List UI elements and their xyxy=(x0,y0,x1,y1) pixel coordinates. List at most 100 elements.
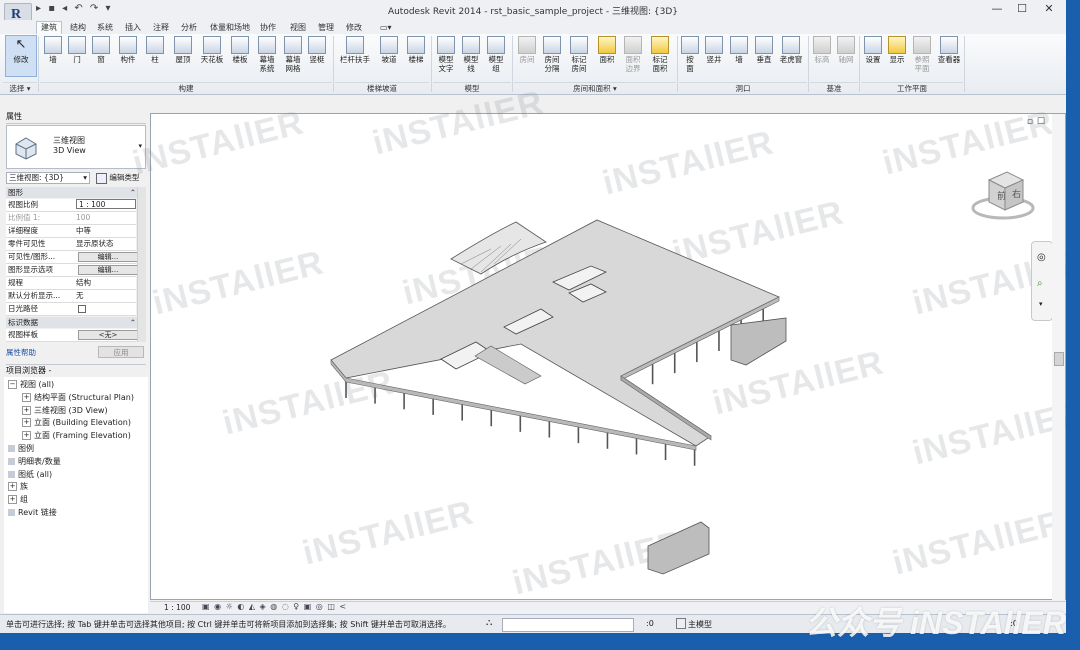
filter-count[interactable]: :0 xyxy=(1010,619,1018,628)
main-model-label[interactable]: 主模型 xyxy=(688,619,712,630)
select-menu[interactable]: 选择 ▾ xyxy=(3,82,37,94)
steering-wheel-icon[interactable]: ◎ xyxy=(1037,252,1046,263)
curtain-system-button[interactable]: 幕墙 系统 xyxy=(255,36,279,73)
set-workplane-button[interactable]: 设置 xyxy=(863,36,883,64)
model-group-button[interactable]: 模型 组 xyxy=(485,36,507,73)
modify-button[interactable]: ↖ 修改 xyxy=(5,35,37,77)
browser-item[interactable]: Revit 链接 xyxy=(8,507,57,519)
expand-icon[interactable]: + xyxy=(8,482,17,492)
tab-systems[interactable]: 系统 xyxy=(97,22,113,34)
prop-row-analysis-display[interactable]: 默认分析显示... 无 xyxy=(6,290,136,303)
end-wall-south[interactable] xyxy=(647,521,710,575)
properties-help-link[interactable]: 属性帮助 xyxy=(6,347,36,358)
tag-area-button[interactable]: 标记 面积 xyxy=(648,36,672,73)
instance-filter-dropdown[interactable]: 三维视图: {3D} ▾ xyxy=(6,172,90,184)
window-button[interactable]: 窗 xyxy=(91,36,111,64)
expand-icon[interactable]: + xyxy=(22,431,31,441)
mullion-button[interactable]: 竖梃 xyxy=(306,36,328,64)
prop-row-detail-level[interactable]: 详细程度 中等 xyxy=(6,225,136,238)
stair-button[interactable]: 楼梯 xyxy=(405,36,427,64)
browser-item[interactable]: − 视图 (all) xyxy=(8,379,54,391)
navigation-bar[interactable]: ◎ ⌕ ▾ xyxy=(1031,241,1053,321)
ref-plane-button[interactable]: 参照 平面 xyxy=(911,36,933,73)
dormer-button[interactable]: 老虎窗 xyxy=(777,36,805,64)
workset-dropdown[interactable] xyxy=(502,618,634,632)
worksets-icon[interactable]: ⛬ xyxy=(486,618,492,628)
browser-item[interactable]: 图纸 (all) xyxy=(8,469,52,481)
building-model-3d[interactable] xyxy=(151,114,1065,599)
ramp-button[interactable]: 坡道 xyxy=(378,36,400,64)
viewer-button[interactable]: 查看器 xyxy=(936,36,962,64)
zoom-icon[interactable]: ⌕ xyxy=(1037,278,1043,289)
browser-item[interactable]: + 三维视图 (3D View) xyxy=(22,405,108,417)
area-boundary-button[interactable]: 面积 边界 xyxy=(622,36,644,73)
opening-by-face-button[interactable]: 按 面 xyxy=(681,36,699,73)
collapse-icon[interactable]: − xyxy=(8,380,17,389)
edit-type-button[interactable]: 编辑类型 xyxy=(96,172,139,184)
roof-button[interactable]: 屋顶 xyxy=(171,36,195,64)
show-workplane-button[interactable]: 显示 xyxy=(887,36,907,64)
vertical-opening-button[interactable]: 垂直 xyxy=(753,36,775,64)
3d-viewport[interactable]: ▫ ☐ ✕ iNSTAllER iNSTAllER iNSTAllER iNST… xyxy=(129,83,1066,603)
grid-button[interactable]: 轴网 xyxy=(836,36,856,64)
prop-row-parts-visibility[interactable]: 零件可见性 显示原状态 xyxy=(6,238,136,251)
prop-value[interactable]: 无 xyxy=(76,290,136,302)
column-button[interactable]: 柱 xyxy=(145,36,165,64)
browser-item[interactable]: + 族 xyxy=(8,481,28,493)
expand-icon[interactable]: + xyxy=(22,392,31,402)
minimize-button[interactable]: — xyxy=(985,2,1009,15)
panel-room-area-label[interactable]: 房间和面积 ▾ xyxy=(514,82,676,94)
prop-value[interactable]: 结构 xyxy=(76,277,136,289)
model-line-button[interactable]: 模型 线 xyxy=(460,36,482,73)
browser-item[interactable]: 明细表/数量 xyxy=(8,456,61,468)
viewcube-front-label[interactable]: 前 xyxy=(997,190,1006,202)
expand-icon[interactable]: + xyxy=(22,405,31,415)
scroll-thumb[interactable] xyxy=(1054,352,1064,366)
browser-item[interactable]: + 立面 (Framing Elevation) xyxy=(22,430,131,442)
view-scale-input[interactable]: 1 : 100 xyxy=(76,199,136,209)
visibility-edit-button[interactable]: 编辑... xyxy=(78,252,138,262)
properties-scrollbar[interactable] xyxy=(137,187,146,342)
tab-insert[interactable]: 插入 xyxy=(125,22,141,34)
curtain-grid-button[interactable]: 幕墙 网格 xyxy=(281,36,305,73)
door-button[interactable]: 门 xyxy=(67,36,87,64)
tab-massing-site[interactable]: 体量和场地 xyxy=(210,22,250,34)
room-separator-button[interactable]: 房间 分隔 xyxy=(540,36,564,73)
tag-room-button[interactable]: 标记 房间 xyxy=(567,36,591,73)
railing-button[interactable]: 栏杆扶手 xyxy=(337,36,373,64)
collapse-icon[interactable]: ⌃ xyxy=(130,317,136,328)
browser-item[interactable]: + 立面 (Building Elevation) xyxy=(22,417,131,429)
wall-opening-button[interactable]: 墙 xyxy=(729,36,749,64)
prop-row-discipline[interactable]: 规程 结构 xyxy=(6,277,136,290)
end-wall-east[interactable] xyxy=(730,317,787,366)
level-button[interactable]: 标高 xyxy=(812,36,832,64)
tab-contextual-toggle[interactable]: ▭▾ xyxy=(380,22,392,34)
prop-value[interactable]: 显示原状态 xyxy=(76,238,136,250)
wall-button[interactable]: 墙 xyxy=(42,36,64,64)
tab-analyze[interactable]: 分析 xyxy=(181,22,197,34)
model-text-button[interactable]: 模型 文字 xyxy=(435,36,457,73)
component-button[interactable]: 构件 xyxy=(116,36,140,64)
expand-icon[interactable]: + xyxy=(8,495,17,505)
apply-button[interactable]: 应用 xyxy=(98,346,144,358)
design-options-icon[interactable] xyxy=(676,618,686,629)
view-control-icons[interactable]: ▣ ◉ ☼ ◐ ◭ ◈ ◍ ◌ ♀ ▣ ◎ ◫ < xyxy=(202,602,347,611)
viewcube-right-label[interactable]: 右 xyxy=(1012,188,1021,200)
chevron-down-icon[interactable]: ▾ xyxy=(1039,300,1043,308)
graphic-display-edit-button[interactable]: 编辑... xyxy=(78,265,138,275)
tab-structure[interactable]: 结构 xyxy=(70,22,86,34)
tab-collaborate[interactable]: 协作 xyxy=(260,22,276,34)
section-identity[interactable]: 标识数据 ⌃ xyxy=(6,317,146,328)
close-button[interactable]: ✕ xyxy=(1037,2,1061,15)
area-button[interactable]: 面积 xyxy=(596,36,618,64)
browser-item[interactable]: + 结构平面 (Structural Plan) xyxy=(22,392,134,404)
sun-path-checkbox[interactable] xyxy=(78,305,86,313)
maximize-button[interactable]: ☐ xyxy=(1010,2,1034,15)
prop-value[interactable]: 中等 xyxy=(76,225,136,237)
tab-manage[interactable]: 管理 xyxy=(318,22,334,34)
view-scale-control[interactable]: 1 : 100 xyxy=(164,603,190,612)
shaft-button[interactable]: 竖井 xyxy=(703,36,725,64)
browser-item[interactable]: + 组 xyxy=(8,494,28,506)
ceiling-button[interactable]: 天花板 xyxy=(198,36,226,64)
tab-modify[interactable]: 修改 xyxy=(346,22,362,34)
